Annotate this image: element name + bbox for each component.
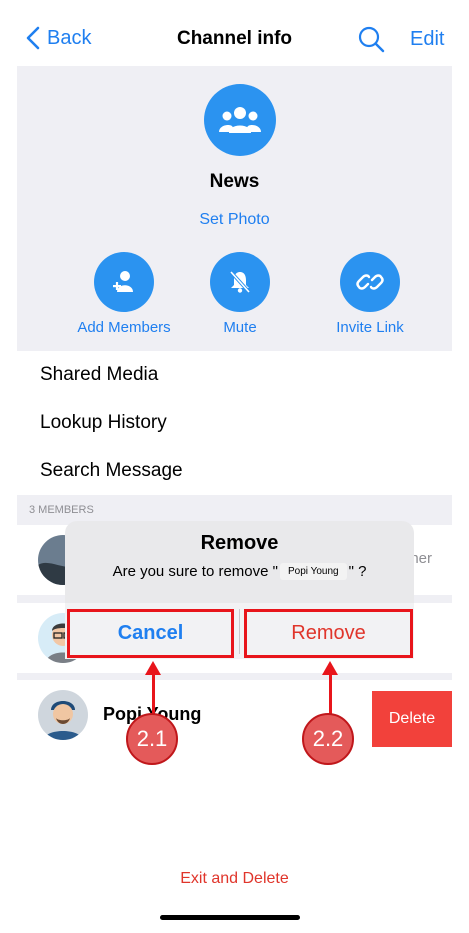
search-message-item[interactable]: Search Message <box>17 447 452 495</box>
cancel-button[interactable]: Cancel <box>67 609 234 658</box>
step-badge-remove: 2.2 <box>302 713 354 765</box>
lookup-history-item[interactable]: Lookup History <box>17 399 452 447</box>
alert-member-name: Popi Young <box>279 563 347 580</box>
edit-button[interactable]: Edit <box>410 28 444 51</box>
alert-button-divider <box>239 609 240 654</box>
footer-area <box>17 748 452 933</box>
mute-label: Mute <box>223 319 257 336</box>
mute-button[interactable]: Mute <box>180 252 300 336</box>
home-indicator <box>160 915 300 920</box>
exit-and-delete-button[interactable]: Exit and Delete <box>17 870 452 888</box>
remove-button[interactable]: Remove <box>244 609 413 658</box>
set-photo-link[interactable]: Set Photo <box>17 211 452 229</box>
add-members-label: Add Members <box>77 319 171 336</box>
link-icon <box>340 252 400 312</box>
add-members-button[interactable]: Add Members <box>64 252 184 336</box>
add-member-icon <box>94 252 154 312</box>
page-title: Channel info <box>176 28 293 49</box>
alert-message-prefix: Are you sure to remove " <box>112 563 278 580</box>
remove-alert: Remove Are you sure to remove " Popi Youn… <box>65 521 414 603</box>
group-icon <box>219 107 261 133</box>
alert-message: Are you sure to remove " Popi Young " ? <box>65 563 414 580</box>
channel-menu: Shared Media Lookup History Search Messa… <box>17 351 452 495</box>
alert-message-suffix: " ? <box>348 563 367 580</box>
channel-info-screen: Back Channel info Edit News Set Photo Ad… <box>17 0 452 933</box>
channel-name: News <box>209 171 260 192</box>
search-icon[interactable] <box>357 25 385 53</box>
avatar <box>38 690 88 740</box>
channel-header: News Set Photo Add Members Mute Invite L… <box>17 66 452 351</box>
navigation-bar: Back Channel info Edit <box>17 0 452 66</box>
shared-media-item[interactable]: Shared Media <box>17 351 452 399</box>
invite-link-label: Invite Link <box>336 319 404 336</box>
swipe-delete-button[interactable]: Delete <box>372 691 452 747</box>
alert-title: Remove <box>200 532 279 554</box>
bell-muted-icon <box>210 252 270 312</box>
step-badge-cancel: 2.1 <box>126 713 178 765</box>
channel-avatar[interactable] <box>204 84 276 156</box>
annotation-arrowhead-remove <box>322 661 338 675</box>
invite-link-button[interactable]: Invite Link <box>310 252 430 336</box>
annotation-arrowhead-cancel <box>145 661 161 675</box>
